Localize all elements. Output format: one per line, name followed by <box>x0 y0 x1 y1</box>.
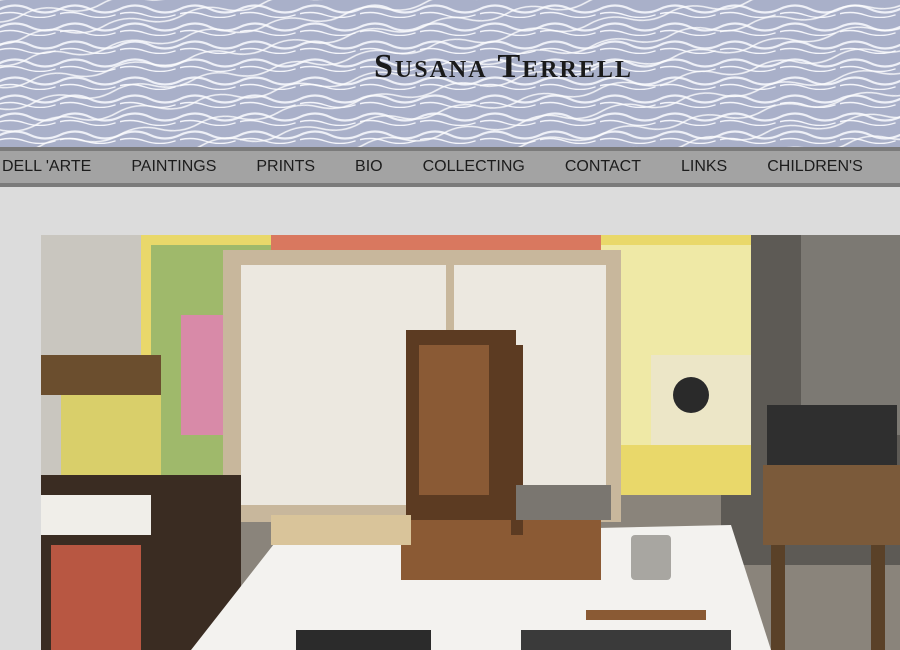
header-banner: Susana Terrell <box>0 0 900 147</box>
nav-item-collecting[interactable]: COLLECTING <box>403 151 545 183</box>
studio-photo <box>41 235 900 650</box>
nav-item-dell-arte[interactable]: DELL 'ARTE <box>0 151 111 183</box>
main-content <box>0 187 900 650</box>
site-title[interactable]: Susana Terrell <box>374 48 633 86</box>
nav-item-childrens[interactable]: CHILDREN'S <box>747 151 883 183</box>
nav-item-contact[interactable]: CONTACT <box>545 151 661 183</box>
nav-item-links[interactable]: LINKS <box>661 151 747 183</box>
studio-photo-illustration <box>41 235 900 650</box>
nav-item-paintings[interactable]: PAINTINGS <box>111 151 236 183</box>
nav-item-prints[interactable]: PRINTS <box>236 151 335 183</box>
main-nav: DELL 'ARTE PAINTINGS PRINTS BIO COLLECTI… <box>0 147 900 187</box>
nav-item-bio[interactable]: BIO <box>335 151 403 183</box>
